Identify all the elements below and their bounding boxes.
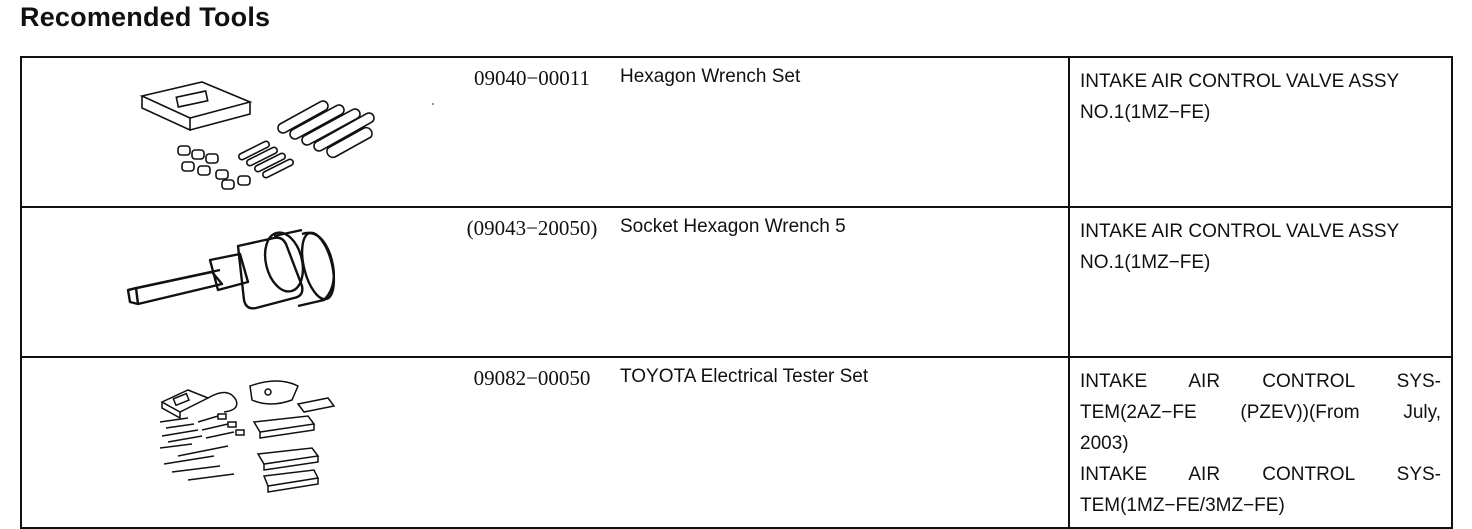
applies-cell: INTAKE AIR CONTROL VALVE ASSY NO.1(1MZ−F… <box>1068 56 1453 208</box>
applies-text: INTAKE AIR CONTROL VALVE ASSY NO.1(1MZ−F… <box>1080 71 1399 123</box>
table-row: 09040−00011 Hexagon Wrench Set INTAKE AI… <box>20 56 1453 208</box>
socket-hexagon-wrench-icon <box>126 228 336 310</box>
tools-table: 09040−00011 Hexagon Wrench Set INTAKE AI… <box>20 56 1453 529</box>
applies-cell: INTAKE AIR CONTROL VALVE ASSY NO.1(1MZ−F… <box>1068 206 1453 358</box>
applies-text: TEM(1MZ−FE/3MZ−FE) <box>1080 495 1285 516</box>
applies-text: TEM(2AZ−FE (PZEV))(From July, <box>1080 402 1441 423</box>
table-row: (09043−20050) Socket Hexagon Wrench 5 IN… <box>20 206 1453 358</box>
applies-text: INTAKE AIR CONTROL SYS- <box>1080 464 1441 485</box>
part-number: (09043−20050) <box>466 216 598 240</box>
table-row: 09082−00050 TOYOTA Electrical Tester Set… <box>20 356 1453 529</box>
stray-dot <box>432 103 434 105</box>
electrical-tester-set-icon <box>159 380 336 493</box>
hexagon-wrench-set-icon <box>139 81 375 190</box>
tool-cell: 09082−00050 TOYOTA Electrical Tester Set <box>20 356 1069 529</box>
tool-cell: (09043−20050) Socket Hexagon Wrench 5 <box>20 206 1069 358</box>
part-number: 09082−00050 <box>473 366 591 390</box>
applies-text: INTAKE AIR CONTROL VALVE ASSY NO.1(1MZ−F… <box>1080 221 1399 273</box>
tool-cell: 09040−00011 Hexagon Wrench Set <box>20 56 1069 208</box>
applies-cell: INTAKE AIR CONTROL SYS- TEM(2AZ−FE (PZEV… <box>1068 356 1453 529</box>
tool-name: Socket Hexagon Wrench 5 <box>620 216 846 237</box>
applies-text: INTAKE AIR CONTROL SYS- <box>1080 371 1441 392</box>
tool-name: TOYOTA Electrical Tester Set <box>620 366 869 387</box>
applies-text: 2003) <box>1080 433 1129 454</box>
tool-name: Hexagon Wrench Set <box>620 66 801 87</box>
part-number: 09040−00011 <box>473 66 591 90</box>
page-title: Recomended Tools <box>20 2 271 32</box>
